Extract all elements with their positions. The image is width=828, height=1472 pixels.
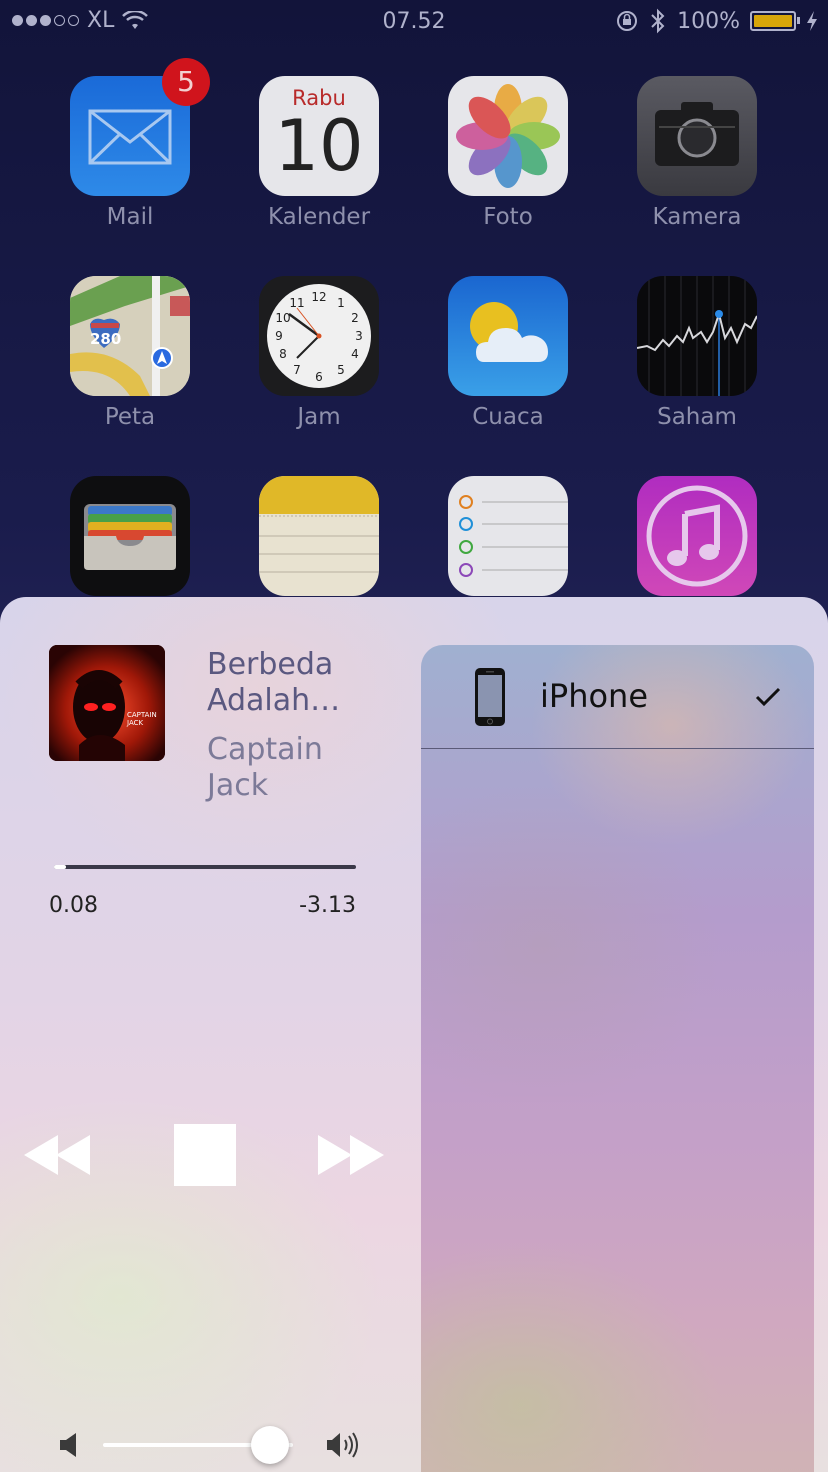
charging-bolt-icon: [807, 11, 817, 31]
rewind-button[interactable]: [24, 1135, 92, 1175]
battery-icon: [750, 11, 800, 31]
app-label: Peta: [104, 404, 156, 430]
bluetooth-icon: [651, 8, 665, 34]
app-label: Cuaca: [472, 404, 544, 430]
svg-text:11: 11: [289, 296, 304, 310]
svg-text:6: 6: [315, 370, 323, 384]
camera-icon: [637, 76, 757, 196]
svg-text:10: 10: [275, 311, 290, 325]
mail-badge: 5: [162, 58, 210, 106]
app-label: Foto: [483, 204, 533, 230]
road-sign-number: 280: [90, 330, 122, 348]
svg-text:12: 12: [311, 290, 326, 304]
elapsed-time: 0.08: [49, 893, 98, 918]
progress-bar[interactable]: [54, 865, 356, 869]
music-note-icon: [637, 476, 757, 596]
app-notes[interactable]: [259, 476, 379, 604]
app-kalender[interactable]: Rabu 10 Kalender: [259, 76, 379, 230]
app-label: Jam: [297, 404, 341, 430]
progress-fill: [54, 865, 66, 869]
svg-text:4: 4: [351, 347, 359, 361]
svg-text:5: 5: [337, 363, 345, 377]
app-label: Kamera: [652, 204, 742, 230]
svg-text:9: 9: [275, 329, 283, 343]
stop-button[interactable]: [174, 1124, 236, 1186]
app-wallet[interactable]: [70, 476, 190, 604]
maps-icon: 280: [70, 276, 190, 396]
calendar-day-number: 10: [274, 105, 364, 187]
svg-text:2: 2: [351, 311, 359, 325]
song-title: Berbeda Adalah…: [207, 647, 341, 718]
app-label: Kalender: [267, 204, 371, 230]
calendar-icon: Rabu 10: [259, 76, 379, 196]
app-label: Mail: [106, 204, 154, 230]
app-label: Saham: [657, 404, 737, 430]
app-foto[interactable]: Foto: [448, 76, 568, 230]
app-cuaca[interactable]: Cuaca: [448, 276, 568, 430]
stocks-icon: [637, 276, 757, 396]
checkmark-icon: [755, 687, 781, 707]
svg-text:8: 8: [279, 347, 287, 361]
wallet-icon: [70, 476, 190, 596]
app-jam[interactable]: 12 1 2 345 678 9 10 11 Jam: [259, 276, 379, 430]
album-art-text: CAPTAIN JACK: [127, 711, 157, 727]
reminders-icon: [448, 476, 568, 596]
photos-icon: [448, 76, 568, 196]
app-peta[interactable]: 280 Peta: [70, 276, 190, 430]
app-kamera[interactable]: Kamera: [637, 76, 757, 230]
route-option-iphone[interactable]: iPhone: [421, 645, 814, 749]
app-saham[interactable]: Saham: [637, 276, 757, 430]
rotation-lock-icon: [617, 11, 638, 31]
app-reminders[interactable]: [448, 476, 568, 604]
now-playing-panel: CAPTAIN JACK Berbeda Adalah… Captain Jac…: [0, 597, 828, 1472]
iphone-device-icon: [475, 668, 505, 726]
route-device-name: iPhone: [540, 677, 649, 715]
weather-icon: [448, 276, 568, 396]
clock-icon: 12 1 2 345 678 9 10 11: [259, 276, 379, 396]
svg-text:1: 1: [337, 296, 345, 310]
volume-slider-knob[interactable]: [251, 1426, 290, 1464]
notes-icon: [259, 476, 379, 596]
audio-route-panel: iPhone: [421, 645, 814, 1472]
album-art[interactable]: CAPTAIN JACK: [49, 645, 165, 761]
battery-percentage: 100%: [677, 8, 740, 34]
song-artist: Captain Jack: [207, 732, 323, 803]
volume-low-icon: [60, 1433, 76, 1457]
volume-high-icon: [327, 1432, 358, 1458]
svg-text:7: 7: [293, 363, 301, 377]
remaining-time: -3.13: [299, 893, 356, 918]
svg-text:3: 3: [355, 329, 363, 343]
fast-forward-button[interactable]: [318, 1135, 386, 1175]
status-bar: XL 07.52 100%: [0, 0, 828, 44]
app-itunes-store[interactable]: [637, 476, 757, 604]
